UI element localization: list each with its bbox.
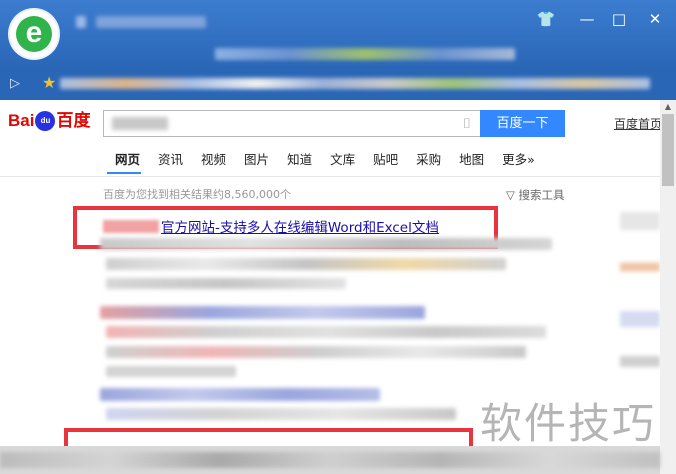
tab-caigou[interactable]: 采购: [416, 150, 441, 170]
tab-web[interactable]: 网页: [115, 150, 140, 170]
blurred-snippet-3: [106, 278, 346, 289]
search-input[interactable]: ⌷: [103, 110, 480, 137]
blurred-result-title-2[interactable]: [100, 306, 425, 319]
minimize-button[interactable]: —: [574, 8, 600, 30]
blurred-status-strip: [0, 452, 660, 468]
blurred-tab-1[interactable]: [76, 16, 86, 28]
blurred-favorites[interactable]: [60, 78, 650, 89]
tabs-divider: [0, 176, 660, 177]
filter-icon: ▽: [506, 188, 515, 202]
maximize-button[interactable]: □: [606, 8, 632, 30]
browser-logo-icon[interactable]: e: [10, 10, 58, 58]
baidu-logo-bai: Bai: [8, 111, 35, 130]
browser-logo-letter: e: [25, 16, 43, 49]
blurred-result-title-3[interactable]: [100, 388, 380, 401]
tab-zhidao[interactable]: 知道: [287, 150, 312, 170]
tab-more[interactable]: 更多»: [502, 150, 535, 170]
result-count: 百度为您找到相关结果约8,560,000个: [103, 188, 291, 201]
search-tabs: 网页 资讯 视频 图片 知道 文库 贴吧 采购 地图 更多»: [115, 150, 553, 170]
watermark-text: 软件技巧: [480, 399, 657, 448]
blurred-snippet-6: [106, 366, 236, 377]
tab-images[interactable]: 图片: [244, 150, 269, 170]
camera-icon[interactable]: ⌷: [463, 116, 471, 132]
baidu-logo[interactable]: Bai du 百度: [8, 106, 90, 136]
blurred-bookmark-strip[interactable]: [215, 48, 515, 60]
search-tools-button[interactable]: ▽ 搜索工具: [506, 188, 565, 202]
expand-icon[interactable]: ▷: [10, 76, 20, 92]
scroll-up-arrow-icon[interactable]: ▲: [662, 101, 674, 113]
tab-wenku[interactable]: 文库: [330, 150, 355, 170]
close-button[interactable]: ✕: [642, 8, 668, 30]
baidu-logo-du: 百度: [56, 111, 91, 131]
blurred-snippet-7: [106, 408, 456, 420]
blurred-snippet-4: [106, 326, 546, 338]
favorites-star-icon[interactable]: ★: [42, 74, 56, 92]
tab-map[interactable]: 地图: [459, 150, 484, 170]
tab-video[interactable]: 视频: [201, 150, 226, 170]
blurred-search-query: [112, 117, 168, 130]
baidu-paw-icon: du: [35, 111, 56, 131]
blurred-snippet-5: [106, 346, 526, 358]
blurred-snippet-2: [106, 258, 506, 270]
blurred-right-column: [620, 212, 660, 392]
scroll-thumb[interactable]: [662, 114, 674, 186]
baidu-home-link[interactable]: 百度首页: [614, 116, 662, 132]
blurred-snippet-1: [100, 238, 552, 250]
active-tab-indicator: [107, 172, 141, 174]
search-tools-label: 搜索工具: [518, 188, 565, 202]
blurred-tab-2[interactable]: [96, 16, 206, 28]
tab-news[interactable]: 资讯: [158, 150, 183, 170]
skin-button[interactable]: 👕: [533, 8, 559, 30]
search-button[interactable]: 百度一下: [480, 110, 565, 137]
tab-tieba[interactable]: 贴吧: [373, 150, 398, 170]
